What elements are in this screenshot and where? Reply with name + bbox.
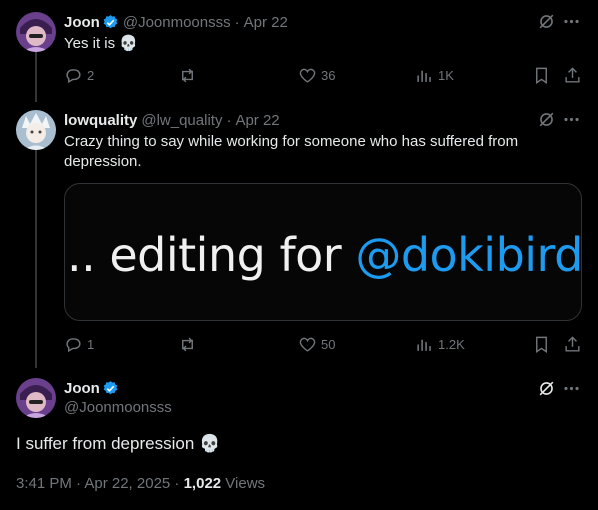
tweet-date[interactable]: Apr 22 — [235, 112, 279, 129]
more-icon[interactable] — [562, 12, 581, 36]
share-button[interactable] — [563, 66, 582, 85]
like-count: 36 — [321, 68, 336, 83]
share-icon — [565, 67, 580, 83]
avatar[interactable] — [16, 110, 56, 150]
views-button[interactable]: 1.2K — [415, 335, 465, 354]
views-icon — [417, 70, 431, 82]
heart-icon — [299, 68, 316, 83]
views-label: Views — [221, 475, 266, 492]
media-caption: .. editing for @dokibird — [67, 228, 582, 282]
grok-icon[interactable] — [537, 379, 556, 403]
share-button[interactable] — [563, 335, 582, 354]
bookmark-icon — [536, 336, 547, 353]
media-image[interactable]: .. editing for @dokibird — [64, 183, 582, 321]
views-count: 1.2K — [438, 337, 465, 352]
more-icon[interactable] — [562, 110, 581, 134]
media-mention: @dokibird — [355, 228, 582, 282]
reply-count: 1 — [87, 337, 95, 352]
tweet-text: Crazy thing to say while working for som… — [64, 133, 519, 170]
retweet-icon — [182, 337, 193, 352]
share-icon — [565, 336, 580, 352]
thread-line — [35, 150, 37, 368]
author-name[interactable]: Joon — [64, 14, 100, 31]
thread-line — [35, 52, 37, 102]
separator: · — [226, 111, 232, 129]
separator: · — [234, 13, 240, 31]
verified-badge-icon — [103, 380, 118, 394]
views-icon — [417, 339, 431, 351]
bookmark-button[interactable] — [532, 335, 551, 354]
like-button[interactable]: 50 — [298, 335, 335, 354]
grok-icon[interactable] — [537, 110, 556, 134]
author-handle[interactable]: @Joonmoonsss — [123, 14, 231, 31]
reply-icon — [66, 338, 81, 353]
retweet-button[interactable] — [178, 66, 201, 85]
tweet-date[interactable]: Apr 22 — [244, 14, 288, 31]
reply-icon — [66, 69, 81, 84]
reply-count: 2 — [87, 68, 95, 83]
more-icon[interactable] — [562, 379, 581, 403]
avatar[interactable] — [16, 12, 56, 52]
tweet-meta: 3:41 PM · Apr 22, 2025 · 1,022 Views — [16, 475, 265, 492]
bookmark-button[interactable] — [532, 66, 551, 85]
heart-icon — [299, 337, 316, 352]
author-name[interactable]: Joon — [64, 380, 100, 397]
tweet-text: Yes it is 💀 — [64, 35, 138, 52]
author-handle[interactable]: @lw_quality — [141, 112, 222, 129]
reply-button[interactable]: 1 — [64, 335, 94, 354]
like-button[interactable]: 36 — [298, 66, 335, 85]
tweet-timestamp[interactable]: 3:41 PM · Apr 22, 2025 · — [16, 475, 184, 492]
grok-icon[interactable] — [537, 12, 556, 36]
retweet-button[interactable] — [178, 335, 201, 354]
author-handle[interactable]: @Joonmoonsss — [64, 399, 172, 416]
tweet-text: I suffer from depression 💀 — [16, 434, 221, 453]
author-name[interactable]: lowquality — [64, 112, 137, 129]
views-count: 1,022 — [183, 475, 222, 492]
bookmark-icon — [536, 67, 547, 84]
avatar[interactable] — [16, 378, 56, 418]
verified-badge-icon — [103, 14, 118, 28]
reply-button[interactable]: 2 — [64, 66, 94, 85]
views-button[interactable]: 1K — [415, 66, 454, 85]
views-count: 1K — [438, 68, 454, 83]
retweet-icon — [182, 68, 193, 83]
like-count: 50 — [321, 337, 336, 352]
